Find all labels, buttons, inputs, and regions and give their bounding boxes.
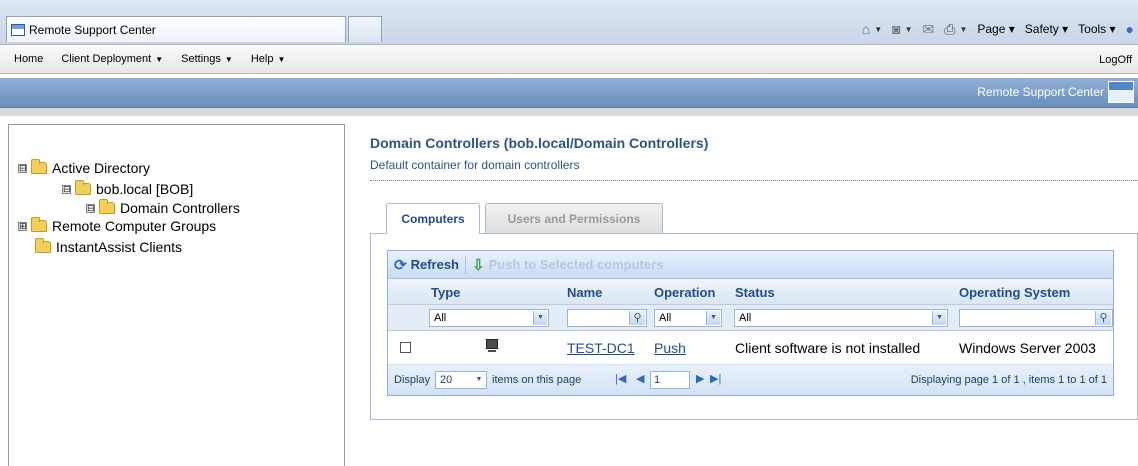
page-menu[interactable]: Page ▾ [977,22,1014,36]
tab-computers[interactable]: Computers [386,203,480,234]
column-header-name[interactable]: Name [567,285,602,300]
type-filter-select[interactable]: All ▼ [429,309,549,327]
page-subtitle: Default container for domain controllers [370,158,580,172]
print-icon[interactable]: ⎙ [944,21,955,38]
help-icon[interactable]: ● [1126,21,1134,37]
search-icon[interactable]: ⚲ [1095,311,1111,325]
column-header-operating-system[interactable]: Operating System [959,285,1070,300]
feeds-icon[interactable]: ◙ [892,21,900,37]
menu-help[interactable]: Help ▼ [251,53,286,65]
refresh-icon: ⟳ [394,256,407,274]
home-icon[interactable]: ⌂ [862,21,870,37]
menu-settings[interactable]: Settings ▼ [181,53,233,65]
navigation-tree-panel: ⊟ Active Directory ⊟ bob.local [BOB] ⊟ D… [8,124,345,466]
grid-header-row: Type Name Operation Status Operating Sys… [388,279,1113,305]
folder-icon [31,217,47,232]
push-operation-link[interactable]: Push [654,340,686,356]
chevron-down-icon: ▼ [277,55,286,64]
items-per-page-label: items on this page [492,374,582,386]
previous-page-icon[interactable]: ◀ [636,372,644,385]
column-header-type[interactable]: Type [431,285,460,300]
tab-users-and-permissions[interactable]: Users and Permissions [485,203,663,233]
tree-node-remote-computer-groups[interactable]: ⊞ Remote Computer Groups [18,217,216,234]
browser-command-bar: ⌂ ▼ ◙ ▼ ✉ ⎙ ▼ Page ▾ Safety ▾ Tools ▾ ● [862,18,1138,40]
search-icon[interactable]: ⚲ [629,311,645,325]
grid-pager: Display 20 ▼ items on this page |◀ ◀ 1 ▶… [388,365,1113,395]
header-divider [0,108,1138,116]
tree-node-instantassist-clients[interactable]: InstantAssist Clients [35,238,182,255]
folder-icon [75,180,91,195]
chevron-down-icon: ▼ [224,55,233,64]
expand-icon[interactable]: ⊞ [18,221,27,231]
browser-tab-bar: Remote Support Center ⌂ ▼ ◙ ▼ ✉ ⎙ ▼ Page ▾ … [0,0,1138,44]
browser-tab-title: Remote Support Center [29,22,156,37]
name-filter-input[interactable]: ⚲ [567,309,647,327]
chevron-down-icon[interactable]: ▼ [473,373,485,387]
tree-node-label[interactable]: bob.local [BOB] [96,181,193,197]
logoff-link[interactable]: LogOff [1099,54,1132,66]
tree-node-bob-local[interactable]: ⊟ bob.local [BOB] [62,180,193,197]
grid-filter-row: All ▼ ⚲ All ▼ All ▼ ⚲ [388,305,1113,331]
display-label: Display [394,374,431,386]
mail-icon[interactable]: ✉ [923,21,935,38]
safety-menu[interactable]: Safety ▾ [1025,22,1068,36]
chevron-down-icon[interactable]: ▼ [874,25,882,34]
refresh-label: Refresh [410,257,459,272]
column-header-operation[interactable]: Operation [654,285,715,300]
collapse-icon[interactable]: ⊟ [86,203,95,213]
tree-node-domain-controllers[interactable]: ⊟ Domain Controllers [86,199,240,216]
tree-node-label[interactable]: Remote Computer Groups [52,218,216,234]
folder-icon [99,199,115,214]
new-tab-button[interactable] [348,16,382,42]
row-select-checkbox[interactable] [400,342,411,353]
last-page-icon[interactable]: ▶| [710,372,721,385]
paging-summary: Displaying page 1 of 1 , items 1 to 1 of… [910,374,1107,386]
menu-home[interactable]: Home [14,53,43,65]
chevron-down-icon[interactable]: ▼ [959,25,967,34]
push-label: Push to Selected computers [488,257,664,272]
folder-icon [31,159,47,174]
app-logo-icon [1108,81,1134,103]
page-title: Domain Controllers (bob.local/Domain Con… [370,135,709,151]
table-row[interactable]: TEST-DC1 Push Client software is not ins… [388,331,1113,365]
next-page-icon[interactable]: ▶ [696,372,704,385]
refresh-button[interactable]: ⟳ Refresh [394,256,459,274]
toolbar-separator [465,255,466,274]
computer-icon [486,339,498,352]
app-header: Remote Support Center [0,78,1138,108]
menu-client-deployment[interactable]: Client Deployment ▼ [61,53,163,65]
chevron-down-icon[interactable]: ▼ [905,25,913,34]
app-menu-bar: Home Client Deployment ▼ Settings ▼ Help ▼ … [0,44,1138,74]
os-cell: Windows Server 2003 [959,340,1096,356]
tree-node-label[interactable]: Domain Controllers [120,200,240,216]
operation-filter-select[interactable]: All ▼ [654,309,722,327]
dotted-divider [370,180,1138,181]
collapse-icon[interactable]: ⊟ [62,184,71,194]
computers-grid: ⟳ Refresh ⇩ Push to Selected computers T… [387,250,1114,396]
computer-name-link[interactable]: TEST-DC1 [567,340,635,356]
chevron-down-icon[interactable]: ▼ [706,311,720,325]
push-to-selected-button[interactable]: ⇩ Push to Selected computers [472,256,663,274]
collapse-icon[interactable]: ⊟ [18,163,27,173]
app-window-icon [11,23,25,36]
browser-tab[interactable]: Remote Support Center [6,16,346,42]
tools-menu[interactable]: Tools ▾ [1078,22,1115,36]
page-number-input[interactable]: 1 [650,371,690,389]
status-filter-select[interactable]: All ▼ [734,309,948,327]
chevron-down-icon[interactable]: ▼ [932,311,946,325]
tree-node-label[interactable]: InstantAssist Clients [56,239,182,255]
status-cell: Client software is not installed [735,340,921,356]
arrow-down-icon: ⇩ [472,256,485,274]
first-page-icon[interactable]: |◀ [615,372,626,385]
tree-node-active-directory[interactable]: ⊟ Active Directory [18,159,150,176]
column-header-status[interactable]: Status [735,285,775,300]
tree-node-label[interactable]: Active Directory [52,160,150,176]
os-filter-input[interactable]: ⚲ [959,309,1113,327]
chevron-down-icon: ▼ [155,55,164,64]
brand-title: Remote Support Center [977,85,1104,99]
page-size-select[interactable]: 20 ▼ [435,371,487,389]
grid-toolbar: ⟳ Refresh ⇩ Push to Selected computers [388,251,1113,279]
chevron-down-icon[interactable]: ▼ [533,311,547,325]
folder-icon [35,238,51,253]
